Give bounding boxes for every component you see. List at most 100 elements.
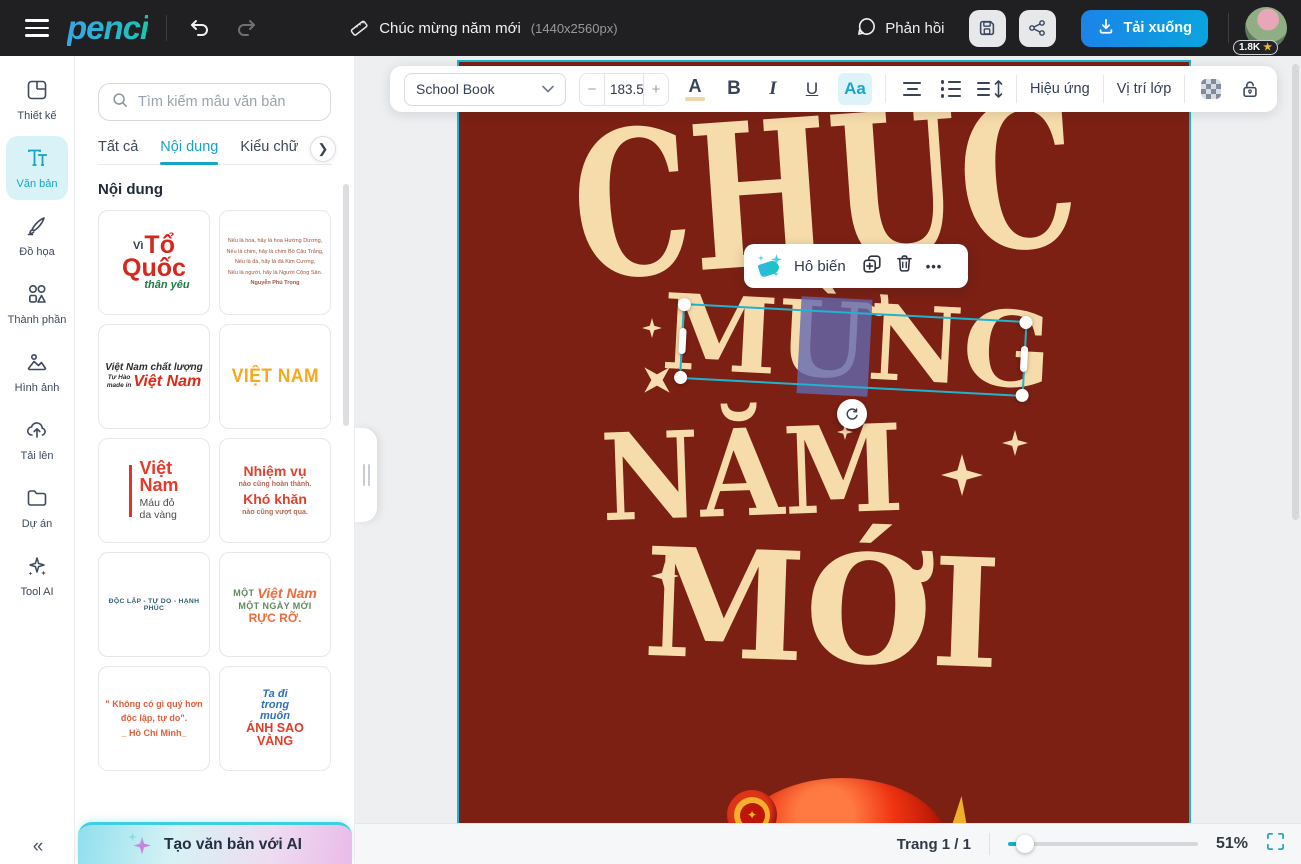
text-template-card[interactable]: ĐỘC LẬP - TỰ DO - HẠNH PHÚC <box>98 552 210 657</box>
collapse-sidebar-button[interactable]: « <box>33 836 42 858</box>
tab-noi-dung[interactable]: Nội dung <box>160 139 218 155</box>
font-size-stepper: − + <box>579 73 669 106</box>
increase-font-size-button[interactable]: + <box>644 81 668 98</box>
align-center-icon[interactable] <box>899 74 925 104</box>
text-template-card[interactable]: MỘTViệt Nam MỘT NGÀY MỚI RỰC RỠ. <box>219 552 331 657</box>
transparency-icon[interactable] <box>1198 74 1224 104</box>
document-title[interactable]: Chúc mừng năm mới <box>379 20 521 37</box>
share-button[interactable] <box>1019 10 1056 47</box>
decrease-font-size-button[interactable]: − <box>580 81 604 98</box>
left-rail: Thiết kế Văn bản Đồ họa Thành phần Hình … <box>0 56 75 864</box>
resize-handle-top-left[interactable] <box>678 298 692 312</box>
divider <box>1103 75 1104 103</box>
panel-scrollbar[interactable] <box>343 184 349 426</box>
italic-button[interactable]: I <box>760 74 786 104</box>
sparkles-icon <box>25 554 49 583</box>
zoom-slider-knob[interactable] <box>1016 835 1034 853</box>
gold-leaf-ornament <box>952 796 969 823</box>
resize-handle-right[interactable] <box>1020 346 1028 372</box>
sidebar-item-do-hoa[interactable]: Đồ họa <box>6 204 68 268</box>
search-box[interactable] <box>98 83 331 121</box>
sidebar-item-hinh-anh[interactable]: Hình ảnh <box>6 340 68 404</box>
text-template-card[interactable]: Việt Nam Máu đỏda vàng <box>98 438 210 543</box>
sidebar-item-tai-len[interactable]: Tải lên <box>6 408 68 472</box>
font-color-button[interactable]: A <box>682 74 708 104</box>
top-bar: penci Chúc mừng năm mới (1440x2560px) Ph… <box>0 0 1301 56</box>
bold-button[interactable]: B <box>721 74 747 104</box>
template-tabs: Tất cả Nội dung Kiểu chữ P ❯ <box>98 139 332 165</box>
object-toolbar: Hô biến ••• <box>744 244 968 288</box>
resize-handle-left[interactable] <box>678 328 686 354</box>
canvas-word-moi[interactable]: MỚI <box>642 528 1003 690</box>
text-template-card[interactable]: VIỆT NAM <box>219 324 331 429</box>
delete-icon[interactable] <box>894 253 915 279</box>
more-options-icon[interactable]: ••• <box>926 259 943 274</box>
undo-icon[interactable] <box>185 13 215 43</box>
line-spacing-icon[interactable] <box>977 74 1003 104</box>
divider <box>1228 13 1229 43</box>
design-page[interactable]: CHÚC MỪNG NĂM MỚI ✦ <box>457 60 1191 823</box>
section-title: Nội dung <box>98 181 354 198</box>
zoom-slider[interactable] <box>1008 835 1198 853</box>
text-template-card[interactable]: Ta đi trong muôn ÁNH SAO VÀNG <box>219 666 331 771</box>
download-icon <box>1097 17 1115 39</box>
current-color-swatch <box>685 97 705 101</box>
folder-icon <box>25 486 49 515</box>
sidebar-item-thiet-ke[interactable]: Thiết kế <box>6 68 68 132</box>
canvas-area[interactable]: CHÚC MỪNG NĂM MỚI ✦ School Book − + A B … <box>355 56 1301 823</box>
window-scrollbar[interactable] <box>1292 64 1299 520</box>
bullet-list-icon[interactable] <box>938 74 964 104</box>
divider <box>1184 75 1185 103</box>
red-bar <box>129 465 132 517</box>
font-family-select[interactable]: School Book <box>404 73 566 106</box>
feedback-button[interactable]: Phản hồi <box>856 16 944 41</box>
bottom-bar: Trang 1 / 1 51% <box>355 823 1301 864</box>
rotate-handle[interactable] <box>837 399 867 429</box>
divider <box>166 15 167 41</box>
redo-icon[interactable] <box>231 13 261 43</box>
search-input[interactable] <box>138 94 308 110</box>
lock-icon[interactable] <box>1237 74 1263 104</box>
sidebar-item-tool-ai[interactable]: Tool AI <box>6 544 68 608</box>
text-format-toolbar: School Book − + A B I U Aa Hiệu ứng Vị t <box>390 66 1277 112</box>
text-icon <box>25 146 49 175</box>
layout-icon <box>25 78 49 107</box>
penci-logo[interactable]: penci <box>67 9 148 47</box>
brush-icon <box>25 214 49 243</box>
create-text-with-ai-button[interactable]: Tạo văn bản với AI <box>78 822 352 864</box>
sparkle-decoration <box>1002 430 1028 456</box>
chevron-right-icon[interactable]: ❯ <box>310 136 336 162</box>
text-case-button[interactable]: Aa <box>838 73 872 105</box>
magic-button-label[interactable]: Hô biến <box>794 258 846 275</box>
text-template-card[interactable]: Việt Nam chất lượng Tự Hàomade in Việt N… <box>98 324 210 429</box>
text-template-card[interactable]: " Không có gì quý hơn độc lập, tự do". _… <box>98 666 210 771</box>
text-template-card[interactable]: Nếu là hoa, hãy là hoa Hướng Dương, Nếu … <box>219 210 331 315</box>
image-icon <box>25 350 49 379</box>
template-cards-grid: VìTổ Quốc thân yêu Nếu là hoa, hãy là ho… <box>98 210 354 771</box>
magic-wand-icon[interactable] <box>757 253 783 279</box>
chat-icon <box>856 16 877 41</box>
tab-kieu-chu[interactable]: Kiểu chữ <box>240 139 298 155</box>
layer-position-button[interactable]: Vị trí lớp <box>1117 81 1172 97</box>
duplicate-icon[interactable] <box>861 253 883 280</box>
font-size-input[interactable] <box>604 74 644 105</box>
panel-collapse-handle[interactable] <box>355 428 377 522</box>
underline-button[interactable]: U <box>799 74 825 104</box>
effects-button[interactable]: Hiệu ứng <box>1030 81 1090 97</box>
fullscreen-icon[interactable] <box>1266 832 1285 856</box>
download-button[interactable]: Tải xuống <box>1081 10 1208 47</box>
credits-badge[interactable]: 1.8K★ <box>1233 40 1278 55</box>
sidebar-item-thanh-phan[interactable]: Thành phần <box>6 272 68 336</box>
page-indicator[interactable]: Trang 1 / 1 <box>897 836 971 853</box>
sparkle-decoration <box>941 454 983 496</box>
save-button[interactable] <box>969 10 1006 47</box>
menu-icon[interactable] <box>25 19 49 37</box>
tab-tat-ca[interactable]: Tất cả <box>98 139 138 155</box>
shapes-icon <box>25 282 49 311</box>
ai-sparkle-icon <box>128 833 152 857</box>
sidebar-item-du-an[interactable]: Dự án <box>6 476 68 540</box>
divider <box>989 833 990 855</box>
sidebar-item-van-ban[interactable]: Văn bản <box>6 136 68 200</box>
text-template-card[interactable]: Nhiệm vụ nào cũng hoàn thành. Khó khăn n… <box>219 438 331 543</box>
text-template-card[interactable]: VìTổ Quốc thân yêu <box>98 210 210 315</box>
